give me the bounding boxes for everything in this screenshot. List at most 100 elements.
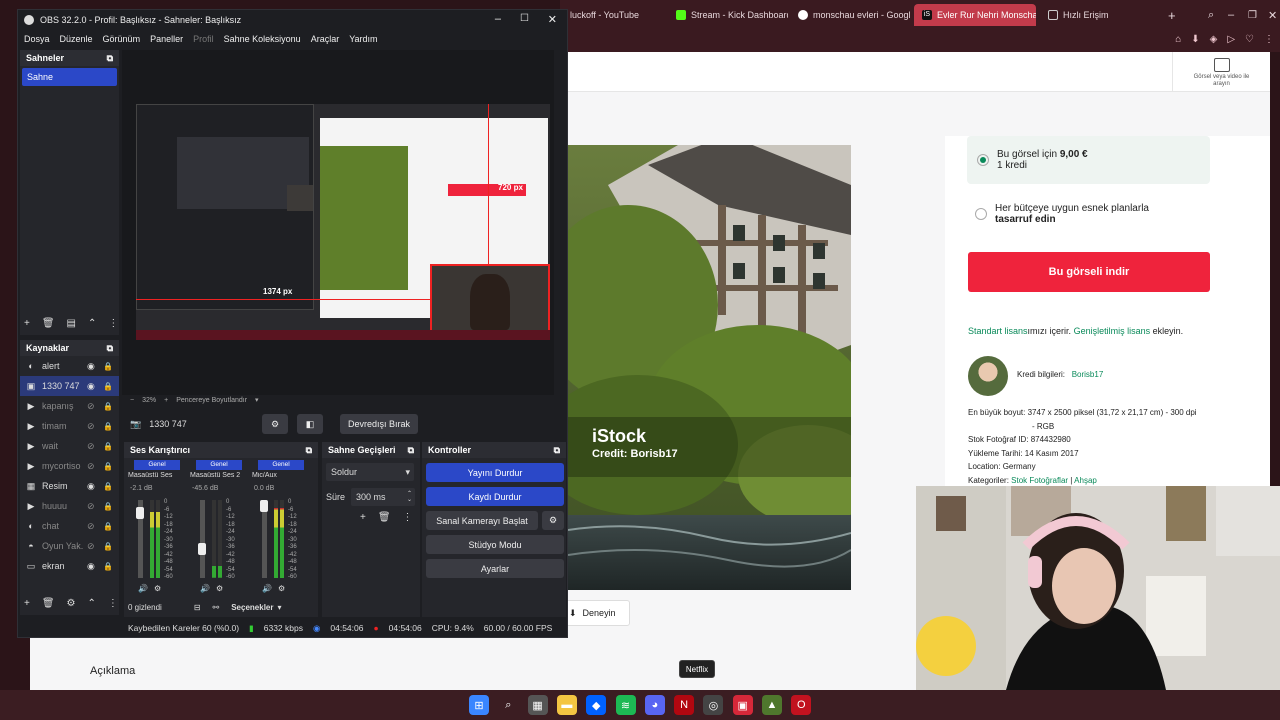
speaker-icon[interactable]: 🔊 <box>262 584 272 593</box>
undock-icon[interactable]: ⧉ <box>306 445 312 456</box>
menu-view[interactable]: Görünüm <box>103 34 141 44</box>
image-search-button[interactable]: Görsel veya video ile arayın <box>1172 52 1270 92</box>
close-icon[interactable]: ✕ <box>548 13 557 26</box>
virtual-camera-gear-button[interactable]: ⚙ <box>542 511 564 530</box>
add-icon[interactable]: + <box>360 512 366 523</box>
chevron-down-icon[interactable]: ▾ <box>255 396 259 404</box>
up-icon[interactable]: ⌃ <box>88 598 96 609</box>
spotify-icon[interactable]: ≋ <box>615 695 636 715</box>
minimize-icon[interactable]: – <box>495 13 501 25</box>
eye-off-icon[interactable]: ⊘ <box>87 461 97 472</box>
lock-icon[interactable]: 🔒 <box>103 562 113 571</box>
eye-icon[interactable]: ◉ <box>87 361 97 372</box>
app-red-icon[interactable]: ▣ <box>732 695 753 715</box>
up-icon[interactable]: ⌃ <box>88 318 96 329</box>
lock-icon[interactable]: 🔒 <box>103 442 113 451</box>
obs-icon[interactable]: ◎ <box>703 695 724 715</box>
layout-icon[interactable]: ⊟ <box>194 603 201 612</box>
menu-profile[interactable]: Profil <box>193 34 214 44</box>
extended-license-link[interactable]: Genişletilmiş lisans <box>1074 326 1151 336</box>
more-icon[interactable]: ⋮ <box>108 598 118 609</box>
source-item[interactable]: ◓ Oyun Yak. ⊘ 🔒 <box>20 536 119 556</box>
eye-off-icon[interactable]: ⊘ <box>87 521 97 532</box>
category-link[interactable]: Ahşap <box>1074 476 1097 485</box>
app-green-icon[interactable]: ▲ <box>762 695 782 715</box>
speaker-icon[interactable]: 🔊 <box>138 584 148 593</box>
try-button[interactable]: ⬇ Deneyin <box>562 600 630 626</box>
eye-icon[interactable]: ◉ <box>87 481 97 492</box>
spin-icon[interactable]: ⌃ ⌄ <box>407 491 412 503</box>
menu-scene-collection[interactable]: Sahne Koleksiyonu <box>224 34 301 44</box>
gear-icon[interactable]: ⚙ <box>67 598 76 609</box>
volume-fader-knob[interactable] <box>136 506 144 519</box>
source-item[interactable]: ◐ chat ⊘ 🔒 <box>20 516 119 536</box>
duration-input[interactable]: 300 ms ⌃ ⌄ <box>351 488 416 506</box>
options-button[interactable]: Seçenekler <box>231 603 273 612</box>
source-item[interactable]: ▦ Resim ◉ 🔒 <box>20 476 119 496</box>
source-item[interactable]: ▶ kapanış ⊘ 🔒 <box>20 396 119 416</box>
lock-icon[interactable]: 🔒 <box>103 542 113 551</box>
deactivate-button[interactable]: Devredışı Bırak <box>340 414 418 434</box>
gear-icon[interactable]: ⚙ <box>154 584 161 593</box>
properties-gear-button[interactable]: ⚙ <box>262 414 288 434</box>
scene-item[interactable]: Sahne <box>22 68 117 86</box>
contributor-link[interactable]: Borisb17 <box>1072 370 1104 379</box>
menu-icon[interactable]: ⋮ <box>1264 34 1274 45</box>
minimize-icon[interactable]: – <box>1220 4 1238 26</box>
filters-button[interactable]: ◧ <box>297 414 323 434</box>
eye-off-icon[interactable]: ⊘ <box>87 441 97 452</box>
eye-off-icon[interactable]: ⊘ <box>87 401 97 412</box>
more-icon[interactable]: ⋮ <box>108 318 118 329</box>
source-item[interactable]: ▣ 1330 747 ◉ 🔒 <box>20 376 119 396</box>
settings-button[interactable]: Ayarlar <box>426 559 564 578</box>
new-tab-button[interactable]: + <box>1160 4 1180 26</box>
eye-off-icon[interactable]: ⊘ <box>87 421 97 432</box>
selected-webcam-source[interactable] <box>430 264 550 338</box>
filter-icon[interactable]: ▤ <box>67 318 76 329</box>
menu-tools[interactable]: Araçlar <box>311 34 340 44</box>
tab-istock[interactable]: iS Evler Rur Nehri Monschau <box>914 4 1036 26</box>
lock-icon[interactable]: 🔒 <box>103 462 113 471</box>
eye-off-icon[interactable]: ⊘ <box>87 541 97 552</box>
standard-license-link[interactable]: Standart lisans <box>968 326 1028 336</box>
source-item[interactable]: ▶ mycortiso ⊘ 🔒 <box>20 456 119 476</box>
source-item[interactable]: ▶ wait ⊘ 🔒 <box>20 436 119 456</box>
close-icon[interactable]: ✕ <box>1260 4 1278 26</box>
add-icon[interactable]: + <box>24 598 30 609</box>
play-icon[interactable]: ▷ <box>1227 34 1235 45</box>
netflix-icon[interactable]: N <box>674 695 695 715</box>
menu-edit[interactable]: Düzenle <box>60 34 93 44</box>
windows-icon[interactable]: ⊞ <box>469 695 489 715</box>
gear-icon[interactable]: ⚙ <box>278 584 285 593</box>
lock-icon[interactable]: 🔒 <box>103 502 113 511</box>
menu-file[interactable]: Dosya <box>24 34 50 44</box>
undock-icon[interactable]: ⧉ <box>554 445 560 456</box>
source-item[interactable]: ▶ huuuu ⊘ 🔒 <box>20 496 119 516</box>
folder-icon[interactable]: ▬ <box>556 695 577 715</box>
opera-icon[interactable]: O <box>791 695 812 715</box>
menu-help[interactable]: Yardım <box>349 34 377 44</box>
more-icon[interactable]: ⋮ <box>403 512 413 523</box>
bookmark-icon[interactable]: ⌂ <box>1175 34 1181 45</box>
volume-fader-knob[interactable] <box>260 500 268 512</box>
fit-window-label[interactable]: Pencereye Boyutlandır <box>176 397 247 404</box>
lock-icon[interactable]: 🔒 <box>103 522 113 531</box>
transition-select[interactable]: Soldur ▾ <box>326 463 414 481</box>
heart-icon[interactable]: ♡ <box>1245 34 1254 45</box>
trash-icon[interactable]: 🗑 <box>42 318 55 329</box>
eye-icon[interactable]: ◉ <box>87 561 97 572</box>
maximize-icon[interactable]: ☐ <box>520 13 529 24</box>
source-item[interactable]: ▶ timam ⊘ 🔒 <box>20 416 119 436</box>
channel-name[interactable]: Masaüstü Ses <box>128 472 186 479</box>
undock-icon[interactable]: ⧉ <box>408 445 414 456</box>
source-item[interactable]: ▭ ekran ◉ 🔒 <box>20 556 119 576</box>
eye-off-icon[interactable]: ⊘ <box>87 501 97 512</box>
trash-icon[interactable]: 🗑 <box>378 512 391 523</box>
menu-docks[interactable]: Paneller <box>150 34 183 44</box>
speaker-icon[interactable]: 🔊 <box>200 584 210 593</box>
option-plans[interactable]: Her bütçeye uygun esnek planlarla tasarr… <box>967 192 1210 236</box>
channel-name[interactable]: Masaüstü Ses 2 <box>190 472 248 479</box>
lock-icon[interactable]: 🔒 <box>103 402 113 411</box>
eye-icon[interactable]: ◉ <box>87 381 97 392</box>
chevron-down-icon[interactable]: ▾ <box>277 603 281 612</box>
